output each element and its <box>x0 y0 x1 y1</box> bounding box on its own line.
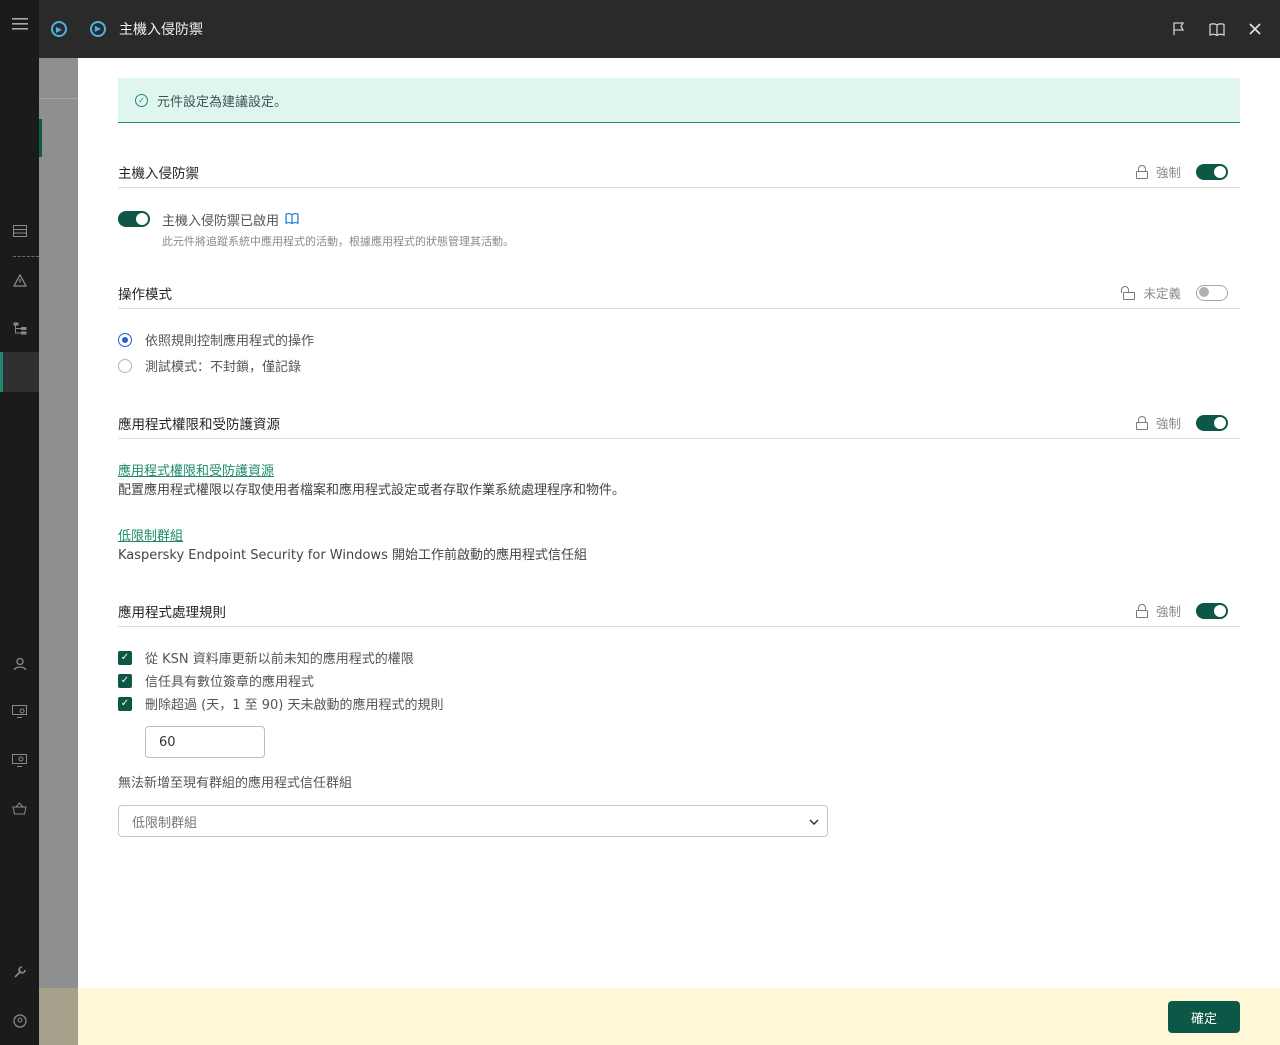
close-icon[interactable] <box>1246 20 1264 38</box>
low-restriction-desc-row: Kaspersky Endpoint Security for Windows … <box>118 544 587 563</box>
section-rights-header: 應用程式權限和受防護資源 強制 <box>118 407 1240 439</box>
lock-icon <box>1135 603 1148 618</box>
radio-label: 測試模式：不封鎖，僅記錄 <box>145 360 302 375</box>
checkbox-label: 刪除超過 (天，1 至 90) 天未啟動的應用程式的規則 <box>145 698 444 713</box>
radio-label: 依照規則控制應用程式的操作 <box>145 334 315 349</box>
group-label: 無法新增至現有群組的應用程式信任群組 <box>118 776 353 791</box>
unlock-icon <box>1121 285 1136 300</box>
lock-icon <box>1135 164 1148 179</box>
section-rules-header: 應用程式處理規則 強制 <box>118 595 1240 627</box>
chevron-down-icon <box>809 815 819 828</box>
low-restriction-link[interactable]: 低限制群組 <box>118 525 183 544</box>
checkbox-row[interactable]: ✓ 從 KSN 資料庫更新以前未知的應用程式的權限 <box>118 648 414 667</box>
dialog-header: ▶ 主機入侵防禦 <box>78 0 1280 58</box>
lock-label: 強制 <box>1155 604 1181 619</box>
section-title: 應用程式權限和受防護資源 <box>118 416 280 433</box>
app-sidebar <box>0 0 39 1045</box>
hips-lock-toggle[interactable] <box>1196 163 1228 180</box>
basket-icon[interactable] <box>0 796 39 820</box>
section-hips-header: 主機入侵防禦 強制 <box>118 156 1240 188</box>
rights-lock-toggle[interactable] <box>1196 414 1228 431</box>
section-mode-header: 操作模式 未定義 <box>118 277 1240 309</box>
help-book-icon[interactable] <box>285 212 299 227</box>
checkbox-trust-signed[interactable]: ✓ <box>118 673 132 688</box>
lock-label: 未定義 <box>1143 286 1181 301</box>
ok-button[interactable]: 確定 <box>1168 1001 1240 1033</box>
group-label-row: 無法新增至現有群組的應用程式信任群組 <box>118 772 352 791</box>
radio-test-mode[interactable] <box>118 358 132 373</box>
monitor-settings-icon[interactable] <box>0 699 39 723</box>
flag-icon[interactable] <box>1170 20 1188 38</box>
checkbox-row[interactable]: ✓ 信任具有數位簽章的應用程式 <box>118 671 314 690</box>
account-icon[interactable] <box>0 1009 39 1033</box>
dialog-footer: 確定 <box>78 988 1280 1045</box>
low-restriction-desc: Kaspersky Endpoint Security for Windows … <box>118 548 587 563</box>
checkbox-label: 從 KSN 資料庫更新以前未知的應用程式的權限 <box>145 652 414 667</box>
page-title: 主機入侵防禦 <box>119 22 203 38</box>
days-input[interactable] <box>145 726 265 758</box>
component-icon: ▶ <box>90 21 106 37</box>
hips-enable-label: 主機入侵防禦已啟用 <box>162 214 280 229</box>
check-circle-icon: ✓ <box>135 93 148 107</box>
checkbox-row[interactable]: ✓ 刪除超過 (天，1 至 90) 天未啟動的應用程式的規則 <box>118 694 444 713</box>
hips-enable-row: 主機入侵防禦已啟用 此元件將追蹤系統中應用程式的活動，根據應用程式的狀態管理其活… <box>118 210 514 249</box>
section-title: 主機入侵防禦 <box>118 165 199 182</box>
lock-label: 強制 <box>1155 165 1181 180</box>
sidebar-item-active[interactable] <box>0 352 39 392</box>
radio-rules-control[interactable] <box>118 332 132 347</box>
sidebar-divider <box>13 256 39 257</box>
monitor-search-icon[interactable] <box>0 748 39 772</box>
checkbox-delete-rules[interactable]: ✓ <box>118 696 132 711</box>
devices-icon[interactable] <box>0 219 39 243</box>
radio-option[interactable]: 測試模式：不封鎖，僅記錄 <box>118 356 301 375</box>
book-icon[interactable] <box>1208 20 1226 38</box>
rights-link[interactable]: 應用程式權限和受防護資源 <box>118 460 274 479</box>
section-title: 操作模式 <box>118 286 172 303</box>
section-title: 應用程式處理規則 <box>118 604 226 621</box>
low-restriction-link-row: 低限制群組 <box>118 525 183 544</box>
rules-lock-toggle[interactable] <box>1196 602 1228 619</box>
wrench-icon[interactable] <box>0 960 39 984</box>
hips-enable-toggle[interactable] <box>118 211 150 227</box>
checkbox-ksn-update[interactable]: ✓ <box>118 650 132 665</box>
status-banner: ✓ 元件設定為建議設定。 <box>118 78 1240 123</box>
lock-icon <box>1135 415 1148 430</box>
warning-icon[interactable] <box>0 268 39 292</box>
hierarchy-icon[interactable] <box>0 316 39 340</box>
rights-desc-row: 配置應用程式權限以存取使用者檔案和應用程式設定或者存取作業系統處理程序和物件。 <box>118 479 625 498</box>
users-icon[interactable] <box>0 652 39 676</box>
rights-desc: 配置應用程式權限以存取使用者檔案和應用程式設定或者存取作業系統處理程序和物件。 <box>118 483 626 498</box>
background-panel <box>39 0 78 1045</box>
radio-option[interactable]: 依照規則控制應用程式的操作 <box>118 330 314 349</box>
mode-lock-toggle[interactable] <box>1196 284 1228 301</box>
hips-enable-desc: 此元件將追蹤系統中應用程式的活動，根據應用程式的狀態管理其活動。 <box>162 235 514 248</box>
menu-icon[interactable] <box>0 12 39 36</box>
play-circle-icon: ▶ <box>51 21 67 37</box>
lock-label: 強制 <box>1155 416 1181 431</box>
trust-group-select[interactable]: 低限制群組 <box>118 805 828 837</box>
rights-link-row: 應用程式權限和受防護資源 <box>118 460 274 479</box>
banner-text: 元件設定為建議設定。 <box>157 94 288 110</box>
checkbox-label: 信任具有數位簽章的應用程式 <box>145 675 315 690</box>
select-value: 低限制群組 <box>132 815 198 831</box>
